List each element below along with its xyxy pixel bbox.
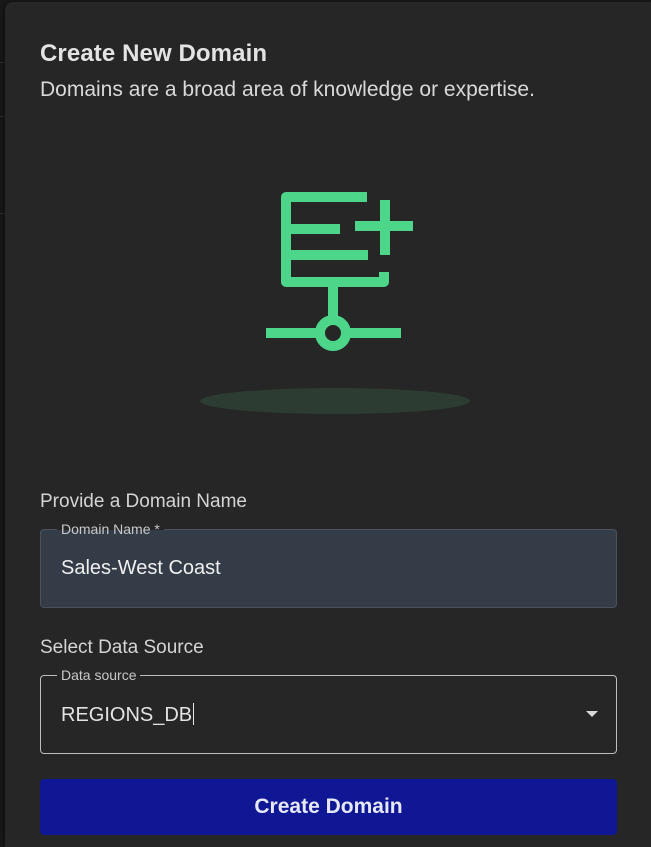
data-source-select[interactable]: Data source REGIONS_DB bbox=[40, 666, 617, 754]
caret-down-icon[interactable] bbox=[586, 711, 598, 717]
network-node bbox=[315, 315, 351, 351]
domain-name-field[interactable]: Domain Name * Sales-West Coast bbox=[40, 520, 617, 608]
domain-name-section-label: Provide a Domain Name bbox=[40, 491, 247, 512]
icon-shadow bbox=[200, 388, 470, 414]
data-source-section-label: Select Data Source bbox=[40, 637, 204, 658]
data-source-value-wrap: REGIONS_DB bbox=[61, 703, 195, 727]
domain-name-value: Sales-West Coast bbox=[61, 557, 221, 579]
create-domain-dialog: Create New Domain Domains are a broad ar… bbox=[5, 2, 651, 847]
dialog-title: Create New Domain bbox=[40, 40, 268, 67]
data-source-value: REGIONS_DB bbox=[61, 704, 193, 726]
domain-name-field-label: Domain Name * bbox=[57, 520, 164, 538]
dialog-subtitle: Domains are a broad area of knowledge or… bbox=[40, 78, 535, 101]
data-source-field-label: Data source bbox=[57, 666, 141, 684]
domain-add-icon bbox=[200, 192, 470, 414]
create-domain-button[interactable]: Create Domain bbox=[40, 779, 617, 835]
text-cursor bbox=[193, 703, 195, 725]
document-outline bbox=[281, 192, 389, 287]
